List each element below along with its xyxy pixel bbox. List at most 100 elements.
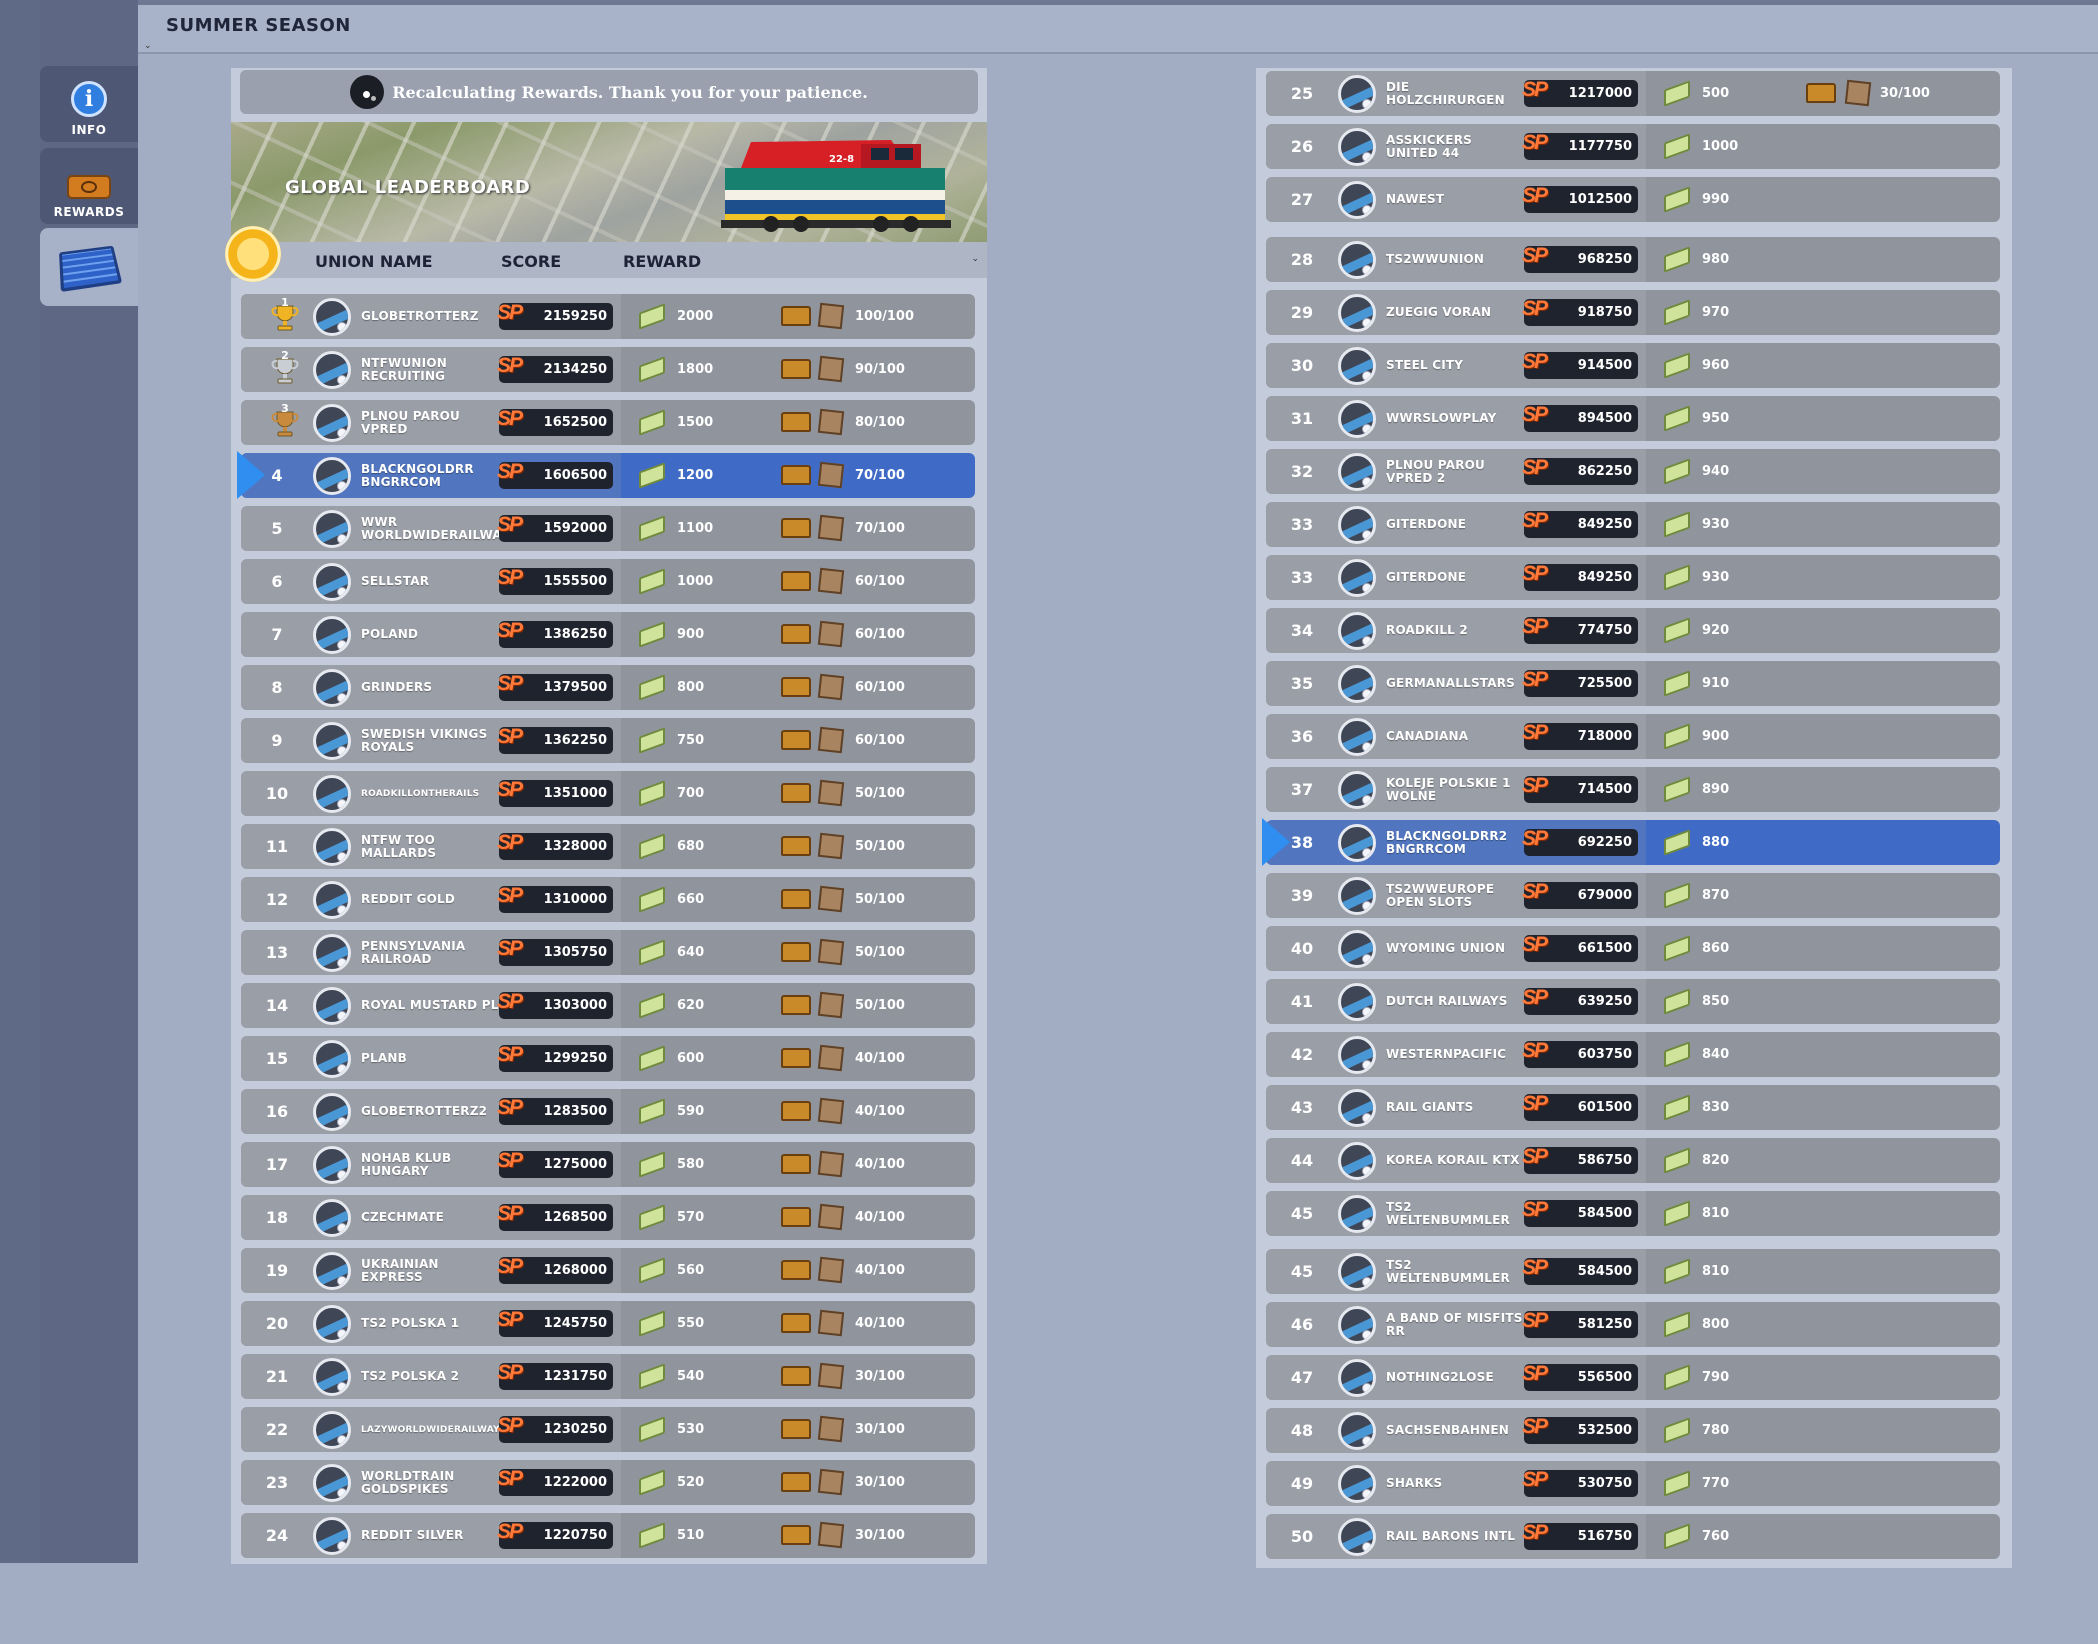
union-avatar[interactable] <box>1338 347 1376 385</box>
sidebar-item-rewards[interactable]: REWARDS <box>40 148 138 224</box>
table-row[interactable]: 29 ZUEGIG VORAN SP 918750 970 <box>1266 290 2000 335</box>
union-avatar[interactable] <box>1338 294 1376 332</box>
table-row[interactable]: 34 ROADKILL 2 SP 774750 920 <box>1266 608 2000 653</box>
union-avatar[interactable] <box>1338 718 1376 756</box>
union-avatar[interactable] <box>1338 75 1376 113</box>
table-row[interactable]: 23 WORLDTRAIN GOLDSPIKES SP 1222000 520 30/10… <box>241 1460 975 1505</box>
union-avatar[interactable] <box>313 298 351 336</box>
union-avatar[interactable] <box>313 1358 351 1396</box>
table-row[interactable]: 50 RAIL BARONS INTL SP 516750 760 <box>1266 1514 2000 1559</box>
union-avatar[interactable] <box>313 1464 351 1502</box>
union-avatar[interactable] <box>1338 181 1376 219</box>
union-avatar[interactable] <box>313 1252 351 1290</box>
union-avatar[interactable] <box>1338 665 1376 703</box>
union-avatar[interactable] <box>1338 559 1376 597</box>
leaderboard-panel-right[interactable]: 25 DIE HOLZCHIRURGEN SP 1217000 500 30/100 26 A… <box>1256 68 2012 1568</box>
table-row[interactable]: 8 GRINDERS SP 1379500 800 60/100 <box>241 665 975 710</box>
union-avatar[interactable] <box>1338 453 1376 491</box>
table-row[interactable]: 47 NOTHING2LOSE SP 556500 790 <box>1266 1355 2000 1400</box>
table-row[interactable]: 22 LAZYWORLDWIDERAILWAYS SP 1230250 530 30/10… <box>241 1407 975 1452</box>
union-avatar[interactable] <box>313 1199 351 1237</box>
table-row[interactable]: 28 TS2WWUNION SP 968250 980 <box>1266 237 2000 282</box>
union-avatar[interactable] <box>313 881 351 919</box>
union-avatar[interactable] <box>313 828 351 866</box>
union-avatar[interactable] <box>1338 128 1376 166</box>
union-avatar[interactable] <box>1338 771 1376 809</box>
sidebar-item-info[interactable]: i INFO <box>40 66 138 142</box>
table-row[interactable]: 21 TS2 POLSKA 2 SP 1231750 540 30/100 <box>241 1354 975 1399</box>
table-row[interactable]: 49 SHARKS SP 530750 770 <box>1266 1461 2000 1506</box>
table-row[interactable]: 6 SELLSTAR SP 1555500 1000 60/100 <box>241 559 975 604</box>
table-row[interactable]: 16 GLOBETROTTERZ2 SP 1283500 590 40/100 <box>241 1089 975 1134</box>
table-row[interactable]: 44 KOREA KORAIL KTX SP 586750 820 <box>1266 1138 2000 1183</box>
table-row[interactable]: 19 UKRAINIAN EXPRESS SP 1268000 560 40/100 <box>241 1248 975 1293</box>
union-avatar[interactable] <box>1338 400 1376 438</box>
union-avatar[interactable] <box>313 457 351 495</box>
table-row[interactable]: 33 GITERDONE SP 849250 930 <box>1266 502 2000 547</box>
union-avatar[interactable] <box>313 1146 351 1184</box>
table-row[interactable]: 41 DUTCH RAILWAYS SP 639250 850 <box>1266 979 2000 1024</box>
table-row[interactable]: 10 ROADKILLONTHERAILS SP 1351000 700 50/100 <box>241 771 975 816</box>
table-row[interactable]: 20 TS2 POLSKA 1 SP 1245750 550 40/100 <box>241 1301 975 1346</box>
union-avatar[interactable] <box>313 563 351 601</box>
table-row[interactable]: 13 PENNSYLVANIA RAILROAD SP 1305750 640 50/10… <box>241 930 975 975</box>
table-row[interactable]: 45 TS2 WELTENBUMMLER SP 584500 810 <box>1266 1249 2000 1294</box>
table-row[interactable]: 27 NAWEST SP 1012500 990 <box>1266 177 2000 222</box>
chevron-down-icon[interactable]: ⌄ <box>971 254 979 264</box>
table-row[interactable]: 26 ASSKICKERS UNITED 44 SP 1177750 1000 <box>1266 124 2000 169</box>
sidebar-item-leaderboard[interactable] <box>40 228 138 306</box>
union-avatar[interactable] <box>313 1093 351 1131</box>
chevron-down-icon[interactable]: ⌄ <box>144 41 152 51</box>
union-avatar[interactable] <box>1338 1253 1376 1291</box>
table-row[interactable]: 42 WESTERNPACIFIC SP 603750 840 <box>1266 1032 2000 1077</box>
union-avatar[interactable] <box>313 987 351 1025</box>
union-avatar[interactable] <box>1338 930 1376 968</box>
union-avatar[interactable] <box>1338 1412 1376 1450</box>
union-avatar[interactable] <box>313 1040 351 1078</box>
table-row[interactable]: 15 PLANB SP 1299250 600 40/100 <box>241 1036 975 1081</box>
table-row-current-union[interactable]: 4 BLACKNGOLDRR BNGRRCOM SP 1606500 1200 70/10… <box>237 451 975 499</box>
table-row[interactable]: 30 STEEL CITY SP 914500 960 <box>1266 343 2000 388</box>
union-avatar[interactable] <box>1338 877 1376 915</box>
union-avatar[interactable] <box>1338 1195 1376 1233</box>
table-row[interactable]: 18 CZECHMATE SP 1268500 570 40/100 <box>241 1195 975 1240</box>
table-row[interactable]: 2 NTFWUNION RECRUITING SP 2134250 1800 90/100 <box>241 347 975 392</box>
union-avatar[interactable] <box>1338 1306 1376 1344</box>
table-row[interactable]: 3 PLNOU PAROU VPRED SP 1652500 1500 80/100 <box>241 400 975 445</box>
leaderboard-panel-left[interactable]: Recalculating Rewards. Thank you for you… <box>225 68 987 1564</box>
table-row[interactable]: 48 SACHSENBAHNEN SP 532500 780 <box>1266 1408 2000 1453</box>
union-avatar[interactable] <box>1338 1359 1376 1397</box>
union-avatar[interactable] <box>313 510 351 548</box>
table-row[interactable]: 39 TS2WWEUROPE OPEN SLOTS SP 679000 870 <box>1266 873 2000 918</box>
table-row[interactable]: 11 NTFW TOO MALLARDS SP 1328000 680 50/100 <box>241 824 975 869</box>
union-avatar[interactable] <box>1338 983 1376 1021</box>
union-avatar[interactable] <box>313 1411 351 1449</box>
union-avatar[interactable] <box>313 616 351 654</box>
table-row[interactable]: 1 GLOBETROTTERZ SP 2159250 2000 100/100 <box>241 294 975 339</box>
union-avatar[interactable] <box>1338 506 1376 544</box>
union-avatar[interactable] <box>313 669 351 707</box>
union-avatar[interactable] <box>313 404 351 442</box>
table-row[interactable]: 36 CANADIANA SP 718000 900 <box>1266 714 2000 759</box>
table-row[interactable]: 45 TS2 WELTENBUMMLER SP 584500 810 <box>1266 1191 2000 1236</box>
table-row[interactable]: 46 A BAND OF MISFITS RR SP 581250 800 <box>1266 1302 2000 1347</box>
table-row[interactable]: 12 REDDIT GOLD SP 1310000 660 50/100 <box>241 877 975 922</box>
union-avatar[interactable] <box>313 1305 351 1343</box>
table-row[interactable]: 14 ROYAL MUSTARD PL SP 1303000 620 50/100 <box>241 983 975 1028</box>
union-avatar[interactable] <box>1338 241 1376 279</box>
union-avatar[interactable] <box>313 934 351 972</box>
union-avatar[interactable] <box>1338 1518 1376 1556</box>
union-avatar[interactable] <box>1338 1465 1376 1503</box>
union-avatar[interactable] <box>313 775 351 813</box>
union-avatar[interactable] <box>313 351 351 389</box>
union-avatar[interactable] <box>1338 1142 1376 1180</box>
union-avatar[interactable] <box>1338 612 1376 650</box>
union-avatar[interactable] <box>1338 1089 1376 1127</box>
table-row[interactable]: 35 GERMANALLSTARS SP 725500 910 <box>1266 661 2000 706</box>
table-row[interactable]: 32 PLNOU PAROU VPRED 2 SP 862250 940 <box>1266 449 2000 494</box>
union-avatar[interactable] <box>313 722 351 760</box>
table-row[interactable]: 17 NOHAB KLUB HUNGARY SP 1275000 580 40/100 <box>241 1142 975 1187</box>
table-row[interactable]: 5 WWR WORLDWIDERAILWAYS SP 1592000 1100 70/10… <box>241 506 975 551</box>
table-row[interactable]: 25 DIE HOLZCHIRURGEN SP 1217000 500 30/100 <box>1266 71 2000 116</box>
union-avatar[interactable] <box>1338 1036 1376 1074</box>
